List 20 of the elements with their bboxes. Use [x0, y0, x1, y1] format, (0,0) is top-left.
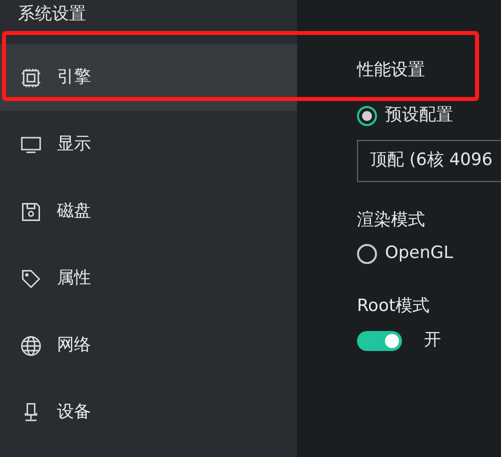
sidebar-title: 系统设置 — [17, 3, 87, 26]
radio-button[interactable] — [357, 106, 377, 126]
sidebar-item[interactable]: 设备 — [0, 379, 297, 446]
dropdown[interactable]: 顶配 (6核 4096 — [357, 140, 501, 182]
chip-icon — [20, 66, 42, 88]
toggle-switch[interactable] — [357, 331, 402, 351]
section-title: Root模式 — [357, 295, 431, 318]
toggle-label: 开 — [424, 329, 441, 352]
sidebar-item[interactable]: 引擎 — [0, 44, 297, 111]
radio-label: 预设配置 — [385, 104, 453, 128]
radio-button[interactable] — [357, 244, 377, 264]
tag-icon — [20, 268, 42, 290]
globe-icon — [20, 334, 42, 356]
sidebar-item[interactable]: 属性 — [0, 245, 297, 312]
sidebar-item[interactable]: 磁盘 — [0, 178, 297, 245]
section-title: 性能设置 — [357, 59, 426, 82]
radio-label: OpenGL — [385, 242, 454, 266]
sidebar-item[interactable]: 显示 — [0, 111, 297, 178]
section-title: 渲染模式 — [357, 209, 426, 232]
sidebar-item[interactable]: 网络 — [0, 312, 297, 379]
